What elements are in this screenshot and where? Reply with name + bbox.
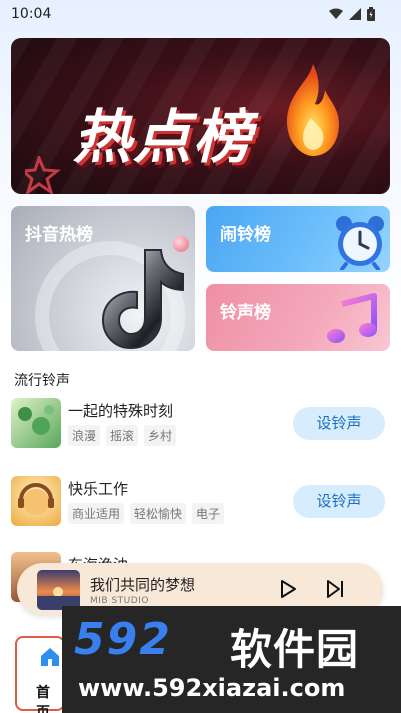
- song-cover: [11, 476, 61, 526]
- douyin-hot-list-card[interactable]: 抖音热榜: [11, 206, 195, 351]
- song-tags: 浪漫 摇滚 乡村: [68, 425, 177, 446]
- song-tags: 商业适用 轻松愉快 电子: [68, 503, 225, 524]
- signal-icon: [349, 8, 361, 20]
- song-cover: [11, 398, 61, 448]
- card-label: 闹铃榜: [220, 225, 271, 245]
- song-tag: 商业适用: [68, 503, 125, 524]
- home-icon: [41, 648, 59, 666]
- list-item[interactable]: 一起的特殊时刻 浪漫 摇滚 乡村 设铃声: [11, 398, 391, 454]
- next-track-icon[interactable]: [325, 579, 345, 599]
- set-ringtone-button[interactable]: 设铃声: [293, 407, 385, 440]
- banner-title: 热点榜: [73, 103, 254, 171]
- now-playing-artist: MIB STUDIO: [90, 596, 149, 606]
- list-item[interactable]: 快乐工作 商业适用 轻松愉快 电子 设铃声: [11, 476, 391, 532]
- song-tag: 浪漫: [68, 425, 101, 446]
- alarm-clock-icon: [336, 216, 384, 270]
- watermark-url: www.592xiazai.com: [78, 674, 346, 702]
- status-bar: 10:04: [0, 0, 401, 30]
- play-icon[interactable]: [279, 579, 297, 599]
- song-tag: 摇滚: [106, 425, 139, 446]
- star-icon: [25, 156, 61, 194]
- song-tag: 电子: [192, 503, 225, 524]
- music-note-icon: [327, 293, 377, 343]
- status-time: 10:04: [11, 6, 52, 22]
- card-label: 铃声榜: [220, 303, 271, 323]
- hot-list-banner[interactable]: 热点榜: [11, 38, 390, 194]
- watermark-brand: 592: [74, 614, 172, 665]
- now-playing-cover: [37, 570, 80, 610]
- tab-home-label: 首页: [36, 685, 50, 713]
- popular-ringtones-heading: 流行铃声: [14, 373, 70, 389]
- watermark-overlay: 592 软件园 www.592xiazai.com: [62, 606, 401, 713]
- douyin-logo-icon: [101, 249, 184, 350]
- song-tag: 乡村: [144, 425, 177, 446]
- card-label: 抖音热榜: [25, 225, 93, 245]
- watermark-brand-cn: 软件园: [230, 625, 360, 674]
- wifi-icon: [329, 8, 343, 19]
- status-icons: [329, 7, 375, 21]
- song-title: 一起的特殊时刻: [68, 402, 174, 420]
- battery-icon: [367, 7, 375, 21]
- set-ringtone-button[interactable]: 设铃声: [293, 485, 385, 518]
- alarm-list-card[interactable]: 闹铃榜: [206, 206, 390, 272]
- ringtone-list-card[interactable]: 铃声榜: [206, 284, 390, 351]
- song-title: 快乐工作: [68, 480, 129, 498]
- now-playing-title: 我们共同的梦想: [90, 576, 196, 594]
- tab-home[interactable]: 首页: [15, 636, 65, 713]
- song-tag: 轻松愉快: [130, 503, 187, 524]
- flame-icon: [287, 64, 339, 156]
